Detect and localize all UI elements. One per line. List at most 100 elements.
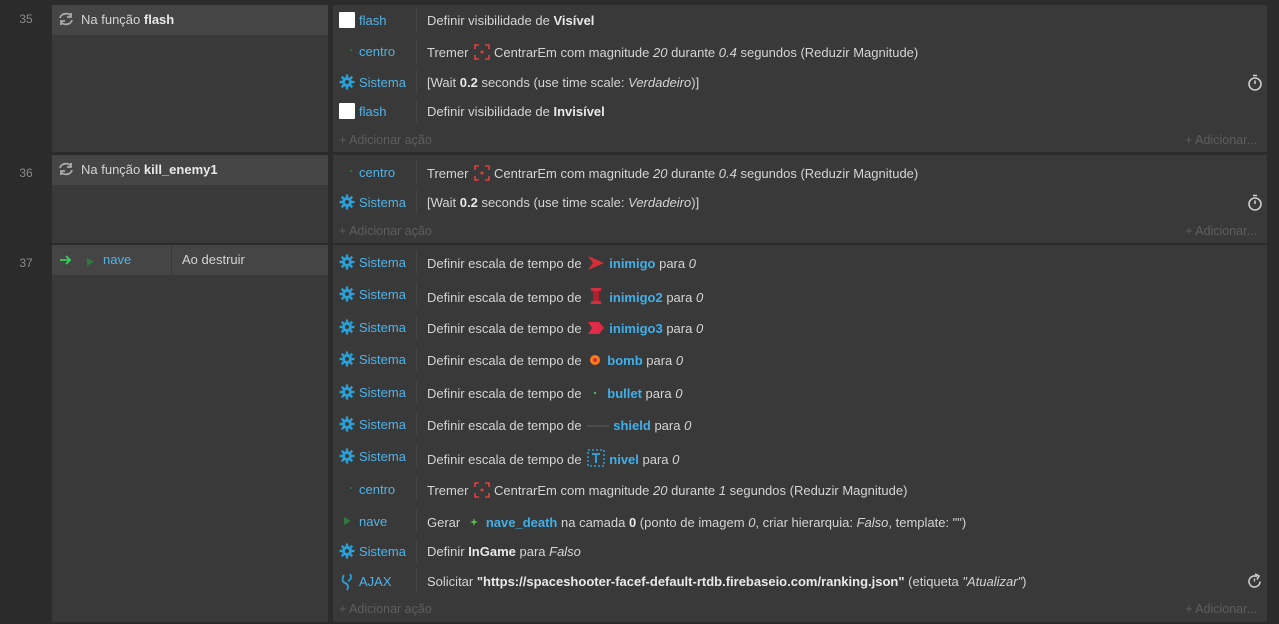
small-dot-icon [339,164,355,180]
add-action-link[interactable]: + Adicionar ação [339,224,432,238]
event-conditions[interactable]: Na função kill_enemy1 [52,155,328,243]
small-dot-icon [339,481,355,497]
action-description: Definir escala de tempo de nivel para 0 [427,449,679,470]
action-description: Definir escala de tempo de bullet para 0 [427,385,682,404]
shield-line-icon [587,417,610,436]
action-description: Definir escala de tempo de bomb para 0 [427,352,683,371]
nave-sprite-icon [339,513,355,529]
flash-sprite-icon [339,12,355,28]
condition-object: nave [103,252,132,267]
ajax-icon [339,573,355,591]
action-row[interactable]: Sistema Definir escala de tempo de bomb p… [333,344,1267,374]
action-description: Tremer CentrarEm com magnitude 20 durant… [427,165,918,184]
gear-icon [339,319,355,335]
condition-prefix: Na função [81,12,144,27]
add-action-link[interactable]: + Adicionar ação [339,133,432,147]
action-description: Definir escala de tempo de inimigo para … [427,255,696,274]
bullet-green-icon [587,385,603,404]
shake-target-icon [474,44,490,63]
action-description: [Wait 0.2 seconds (use time scale: Verda… [427,195,700,210]
event-number: 35 [19,12,33,26]
gear-icon [339,384,355,400]
add-more-link[interactable]: + Adicionar... [1185,224,1257,238]
object-reference: bullet [607,386,642,401]
action-object: nave [359,514,388,529]
gear-icon [339,448,355,464]
event-36: 36 Na função kill_enemy1 centro Tremer C… [0,152,1279,243]
action-description: Tremer CentrarEm com magnitude 20 durant… [427,482,907,501]
action-row[interactable]: Sistema [Wait 0.2 seconds (use time scal… [333,67,1267,97]
event-37: 37 nave Ao destruir Sistema Definir escal… [0,243,1279,624]
event-conditions[interactable]: nave Ao destruir [52,245,328,622]
action-object: flash [359,104,387,119]
event-actions: Sistema Definir escala de tempo de inimig… [333,245,1267,622]
action-description: [Wait 0.2 seconds (use time scale: Verda… [427,75,700,90]
action-object: Sistema [359,75,406,90]
explosion-green-icon [466,514,482,533]
event-conditions[interactable]: Na função flash [52,5,328,152]
action-row[interactable]: Sistema Definir escala de tempo de bullet… [333,377,1267,407]
function-name: kill_enemy1 [143,162,218,177]
event-number: 36 [19,166,33,180]
action-row[interactable]: Sistema Definir escala de tempo de nivel … [333,441,1267,471]
trigger-arrow-icon [59,254,73,269]
action-row[interactable]: centro Tremer CentrarEm com magnitude 20 … [333,474,1267,504]
action-object: flash [359,13,387,28]
action-row[interactable]: Sistema Definir escala de tempo de inimig… [333,312,1267,342]
shake-target-icon [474,482,490,501]
gear-icon [339,543,355,559]
object-reference: inimigo [609,256,656,271]
action-object: Sistema [359,320,406,335]
action-row[interactable]: Sistema Definir escala de tempo de inimig… [333,279,1267,309]
bomb-orange-icon [587,352,603,371]
nave-sprite-icon [85,255,95,270]
action-description: Definir InGame para Falso [427,544,581,559]
condition-row[interactable]: nave Ao destruir [52,245,328,275]
action-row[interactable]: centro Tremer CentrarEm com magnitude 20… [333,36,1267,66]
action-object: Sistema [359,449,406,464]
function-repeat-icon [57,161,75,180]
action-row[interactable]: nave Gerar nave_death na camada 0 (ponto … [333,506,1267,536]
add-action-link[interactable]: + Adicionar ação [339,602,432,616]
action-row[interactable]: Sistema [Wait 0.2 seconds (use time scal… [333,187,1267,217]
tilemap-blue-icon [587,449,606,470]
add-more-link[interactable]: + Adicionar... [1185,133,1257,147]
condition-prefix: Na função [81,162,144,177]
event-number: 37 [19,256,33,270]
action-object: Sistema [359,195,406,210]
action-description: Solicitar "https://spaceshooter-facef-de… [427,574,1027,589]
action-description: Definir escala de tempo de shield para 0 [427,417,691,436]
action-description: Definir escala de tempo de inimigo2 para… [427,287,703,308]
object-reference: nivel [609,452,639,467]
action-description: Definir visibilidade de Invisível [427,104,605,119]
event-actions: flash Definir visibilidade de Visível ce… [333,5,1267,152]
action-object: centro [359,482,396,497]
action-object: Sistema [359,287,406,302]
event-35: 35 Na função flash flash Definir visibil… [0,0,1279,152]
condition-row[interactable]: Na função kill_enemy1 [52,155,328,185]
stopwatch-icon [1247,74,1263,94]
condition-row[interactable]: Na função flash [52,5,328,35]
gear-icon [339,254,355,270]
function-name: flash [143,12,175,27]
stopwatch-icon [1247,194,1263,214]
add-more-link[interactable]: + Adicionar... [1185,602,1257,616]
action-row[interactable]: Sistema Definir escala de tempo de inimig… [333,247,1267,277]
action-description: Definir visibilidade de Visível [427,13,595,28]
action-description: Gerar nave_death na camada 0 (ponto de i… [427,514,966,533]
gear-icon [339,351,355,367]
object-reference: inimigo2 [609,290,663,305]
action-object: Sistema [359,417,406,432]
enemy-ship-red3-icon [587,320,605,339]
action-row[interactable]: flash Definir visibilidade de Visível [333,5,1267,35]
gear-icon [339,416,355,432]
action-object: centro [359,165,396,180]
action-row[interactable]: Sistema Definir escala de tempo de shield… [333,409,1267,439]
action-row[interactable]: flash Definir visibilidade de Invisível [333,96,1267,126]
action-row[interactable]: AJAX Solicitar "https://spaceshooter-face… [333,566,1267,596]
enemy-ship-red-icon [587,255,605,274]
action-row[interactable]: centro Tremer CentrarEm com magnitude 20… [333,157,1267,187]
action-row[interactable]: Sistema Definir InGame para Falso [333,536,1267,566]
action-object: centro [359,44,396,59]
flash-sprite-icon [339,103,355,119]
